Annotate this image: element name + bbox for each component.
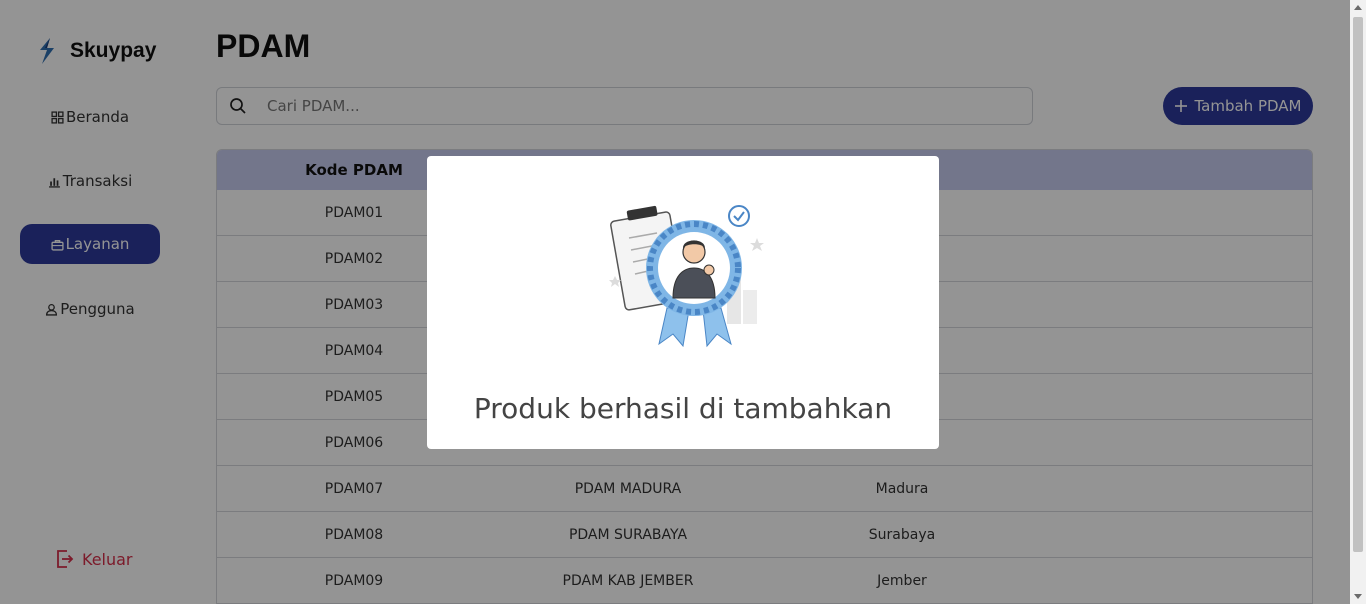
scroll-thumb[interactable] (1353, 17, 1363, 552)
success-modal: Produk berhasil di tambahkan (427, 156, 939, 449)
award-ribbon-illustration (609, 205, 764, 348)
scroll-down-arrow-icon[interactable] (1354, 594, 1362, 599)
success-message: Produk berhasil di tambahkan (473, 392, 893, 425)
scroll-up-arrow-icon[interactable] (1354, 5, 1362, 10)
page-scrollbar[interactable] (1350, 0, 1366, 604)
